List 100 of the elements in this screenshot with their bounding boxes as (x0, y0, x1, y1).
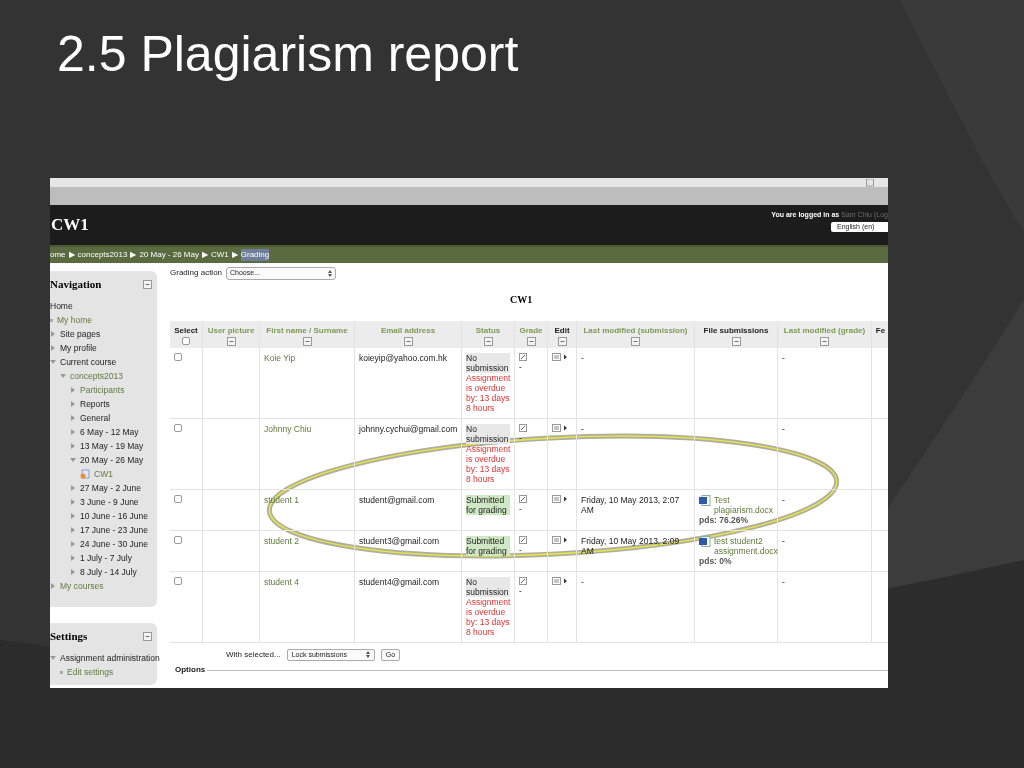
collapse-icon[interactable] (820, 336, 829, 346)
collapsed-arrow-icon[interactable] (70, 485, 76, 491)
edit-grade-icon[interactable] (519, 423, 527, 432)
nav-item[interactable]: 10 June - 16 June (80, 509, 149, 523)
collapsed-arrow-icon[interactable] (70, 499, 76, 505)
expanded-arrow-icon[interactable] (50, 359, 56, 365)
nav-item[interactable]: Edit settings (67, 665, 114, 679)
collapsed-arrow-icon[interactable] (70, 513, 76, 519)
submission-date: Friday, 10 May 2013, 2:07 AM (581, 494, 680, 515)
nav-item[interactable]: Assignment administration (60, 651, 160, 665)
collapse-icon[interactable] (143, 631, 152, 641)
nav-item[interactable]: 17 June - 23 June (80, 523, 149, 537)
file-link[interactable]: Test plagiarism.docx (714, 494, 774, 515)
collapsed-arrow-icon[interactable] (70, 387, 76, 393)
breadcrumb-link[interactable]: concepts2013 (77, 249, 128, 261)
collapse-icon[interactable] (631, 336, 640, 346)
collapsed-arrow-icon[interactable] (70, 541, 76, 547)
edit-menu-icon[interactable] (552, 494, 568, 503)
edit-grade-icon[interactable] (519, 494, 527, 503)
nav-item[interactable]: CW1 (94, 467, 113, 481)
submission-date: - (581, 423, 584, 434)
student-name-link[interactable]: Koie Yip (264, 352, 296, 363)
nav-item[interactable]: My courses (60, 579, 104, 593)
nav-item[interactable]: 1 July - 7 July (80, 551, 132, 565)
grading-action-label: Grading action (170, 267, 223, 280)
collapse-icon[interactable] (226, 336, 236, 346)
collapsed-arrow-icon[interactable] (70, 429, 76, 435)
student-name-link[interactable]: student 2 (264, 535, 299, 546)
nav-item[interactable]: Current course (60, 355, 117, 369)
nav-item[interactable]: Site pages (60, 327, 101, 341)
nav-item[interactable]: My profile (60, 341, 97, 355)
collapsed-arrow-icon[interactable] (70, 555, 76, 561)
collapsed-arrow-icon[interactable] (50, 583, 56, 589)
grade-date: - (782, 352, 785, 363)
nav-item[interactable]: 6 May - 12 May (80, 425, 139, 439)
breadcrumb-link[interactable]: CW1 (210, 249, 229, 261)
grade-date: - (782, 535, 785, 546)
student-name-link[interactable]: Johnny Chiu (264, 423, 312, 434)
edit-grade-icon[interactable] (519, 535, 527, 544)
expanded-arrow-icon[interactable] (60, 373, 66, 379)
address-bar[interactable] (50, 178, 888, 188)
collapsed-arrow-icon[interactable] (50, 345, 56, 351)
email-text: student3@gmail.com (359, 535, 439, 546)
collapsed-arrow-icon[interactable] (70, 569, 76, 575)
overdue-note: Assignment is overdue by: 13 days 8 hours (466, 372, 511, 413)
collapse-icon[interactable] (731, 336, 741, 346)
nav-item[interactable]: General (80, 411, 111, 425)
breadcrumb-separator: ▶ (231, 249, 238, 261)
checkbox[interactable] (174, 535, 182, 544)
breadcrumb-link[interactable]: Grading (240, 249, 270, 261)
student-name-link[interactable]: student 4 (264, 576, 299, 587)
checkbox[interactable] (182, 336, 190, 345)
breadcrumb-link[interactable]: ome (50, 249, 66, 261)
bookmark-icon[interactable] (866, 178, 874, 187)
edit-menu-icon[interactable] (552, 535, 568, 544)
status-label: Submitted for grading (466, 494, 510, 515)
collapse-icon[interactable] (302, 336, 312, 346)
nav-item[interactable]: concepts2013 (70, 369, 123, 383)
checkbox[interactable] (174, 494, 182, 503)
collapsed-arrow-icon[interactable] (70, 443, 76, 449)
block-title: Settings (50, 629, 88, 643)
collapsed-arrow-icon[interactable] (70, 527, 76, 533)
course-title: CW1 (51, 215, 89, 236)
checkbox[interactable] (174, 423, 182, 432)
collapsed-arrow-icon[interactable] (70, 401, 76, 407)
collapse-icon[interactable] (483, 336, 493, 346)
edit-grade-icon[interactable] (519, 576, 527, 585)
breadcrumb-separator: ▶ (201, 249, 208, 261)
nav-item[interactable]: 3 June - 9 June (80, 495, 139, 509)
checkbox[interactable] (174, 576, 182, 585)
overdue-note: Assignment is overdue by: 13 days 8 hours (466, 443, 511, 484)
nav-item[interactable]: 13 May - 19 May (80, 439, 144, 453)
nav-item[interactable]: 24 June - 30 June (80, 537, 149, 551)
collapse-icon[interactable] (557, 336, 567, 346)
breadcrumb-separator: ▶ (130, 249, 137, 261)
grade-date: - (782, 494, 785, 505)
collapsed-arrow-icon[interactable] (50, 331, 56, 337)
nav-item[interactable]: Participants (80, 383, 125, 397)
nav-item[interactable]: My home (57, 313, 92, 327)
edit-grade-icon[interactable] (519, 352, 527, 361)
status-label: No submission (466, 423, 510, 444)
edit-menu-icon[interactable] (552, 423, 568, 432)
checkbox[interactable] (174, 352, 182, 361)
nav-item[interactable]: Reports (80, 397, 110, 411)
edit-menu-icon[interactable] (552, 352, 568, 361)
breadcrumb-link[interactable]: 20 May - 26 May (139, 249, 199, 261)
expanded-arrow-icon[interactable] (50, 655, 56, 661)
nav-item[interactable]: Home (50, 299, 73, 313)
nav-item[interactable]: 8 July - 14 July (80, 565, 137, 579)
select-arrows-icon (328, 269, 333, 277)
column-header: File submissions (703, 324, 769, 337)
nav-item[interactable]: 27 May - 2 June (80, 481, 141, 495)
collapse-icon[interactable] (143, 279, 152, 289)
nav-item[interactable]: 20 May - 26 May (80, 453, 144, 467)
collapse-icon[interactable] (526, 336, 536, 346)
collapse-icon[interactable] (403, 336, 413, 346)
collapsed-arrow-icon[interactable] (70, 415, 76, 421)
file-link[interactable]: test student2 assignment.docx (714, 535, 778, 556)
expanded-arrow-icon[interactable] (70, 457, 76, 463)
edit-menu-icon[interactable] (552, 576, 568, 585)
